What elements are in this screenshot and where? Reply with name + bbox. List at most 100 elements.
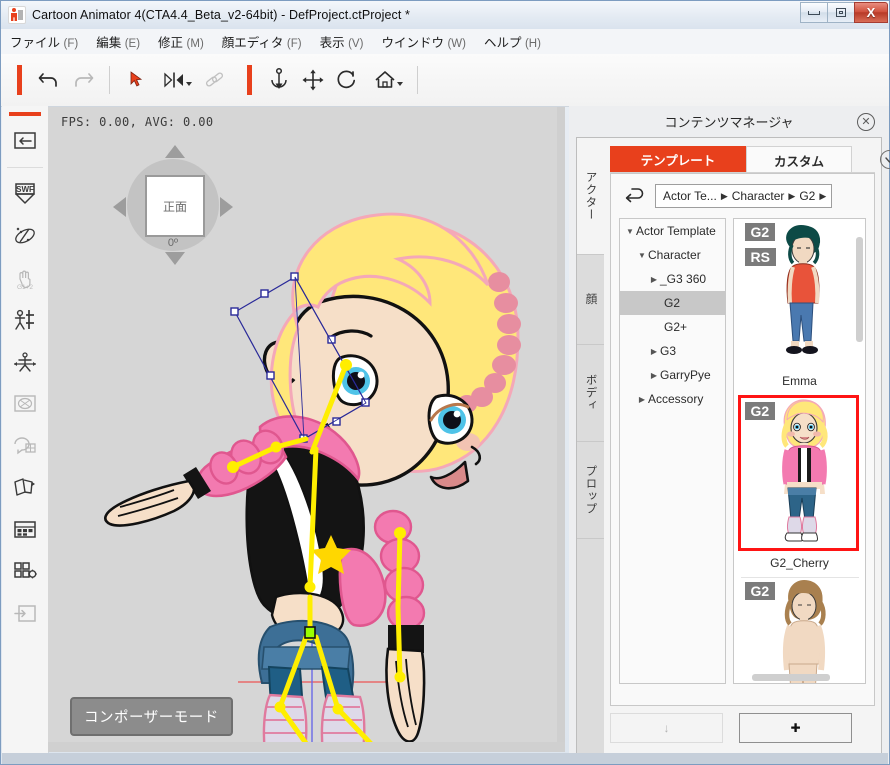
gallery-horizontal-scrollbar[interactable]: [752, 674, 830, 681]
rotate-button[interactable]: [330, 63, 364, 97]
menu-help[interactable]: ヘルプ (H): [475, 29, 550, 54]
tree-node-g2[interactable]: G2: [620, 291, 725, 315]
menu-file[interactable]: ファイル (F): [1, 29, 87, 54]
folder-tree[interactable]: ▼ Actor Template ▼ Character ▶ _G3 360 G…: [619, 218, 726, 684]
breadcrumb-segment-root[interactable]: Actor Te...: [660, 189, 720, 203]
g2-cherry-thumbnail[interactable]: G2: [737, 395, 859, 551]
tree-node-character[interactable]: ▼ Character: [620, 243, 725, 267]
export-to-button[interactable]: [2, 593, 48, 635]
gallery-item-g2-cherry-label: G2_Cherry: [770, 556, 829, 570]
side-tab-body-label: ボディ: [584, 374, 597, 412]
menu-view[interactable]: 表示 (V): [311, 29, 373, 54]
minimize-button[interactable]: [800, 2, 828, 23]
menu-edit[interactable]: 編集 (E): [87, 29, 149, 54]
tab-custom[interactable]: カスタム: [746, 146, 852, 173]
twisty-open-icon[interactable]: ▼: [636, 251, 648, 260]
menu-face-editor[interactable]: 顔エディタ (F): [213, 29, 311, 54]
twisty-closed-icon[interactable]: ▶: [648, 347, 660, 356]
compass-up-arrow[interactable]: [165, 145, 185, 158]
transform-anchor-button[interactable]: [262, 63, 296, 97]
close-button[interactable]: X: [854, 2, 888, 23]
menu-modify[interactable]: 修正 (M): [149, 29, 213, 54]
maximize-button[interactable]: [827, 2, 855, 23]
twisty-closed-icon[interactable]: ▶: [636, 395, 648, 404]
timeline-button[interactable]: [2, 509, 48, 551]
actor-puppet-button[interactable]: [2, 299, 48, 341]
home-icon: [375, 71, 395, 88]
compass-face-label[interactable]: 正面: [145, 175, 205, 237]
back-button[interactable]: [617, 181, 655, 211]
maximize-icon: [836, 8, 846, 17]
tree-node-g3-360[interactable]: ▶ _G3 360: [620, 267, 725, 291]
breadcrumb-segment-character[interactable]: Character: [729, 189, 788, 203]
sprite-editor-button[interactable]: [2, 383, 48, 425]
compass-down-arrow[interactable]: [165, 252, 185, 265]
speech-bubble-button[interactable]: [2, 425, 48, 467]
redo-button[interactable]: [66, 63, 100, 97]
tree-node-garrypye[interactable]: ▶ GarryPye: [620, 363, 725, 387]
chevron-down-icon[interactable]: [880, 150, 890, 169]
tree-node-accessory[interactable]: ▶ Accessory: [620, 387, 725, 411]
home-button[interactable]: [364, 63, 408, 97]
menu-view-mnemonic: (V): [348, 38, 364, 50]
mirror-flip-dropdown-caret[interactable]: [186, 82, 192, 86]
twisty-open-icon[interactable]: ▼: [624, 227, 636, 236]
twisty-closed-icon[interactable]: ▶: [648, 275, 660, 284]
gallery-tag-g2: G2: [744, 223, 776, 242]
gallery-item-emma[interactable]: G2 RS Emma: [740, 219, 859, 396]
breadcrumb-segment-g2[interactable]: G2: [796, 189, 818, 203]
g2-base-thumbnail[interactable]: G2: [740, 578, 859, 683]
g1plus2-motion-button[interactable]: G1+2: [2, 257, 48, 299]
menu-file-label: ファイル: [10, 36, 61, 50]
scene-effect-button[interactable]: [2, 215, 48, 257]
menu-window[interactable]: ウインドウ (W): [372, 29, 475, 54]
gallery-item-g2-cherry[interactable]: G2 G2_Cherry: [737, 395, 859, 578]
side-tab-body[interactable]: ボディ: [577, 345, 604, 442]
compass-right-arrow[interactable]: [220, 197, 233, 217]
gallery-item-g2-base[interactable]: G2: [740, 578, 859, 683]
svg-text:G1+2: G1+2: [17, 284, 33, 291]
content-library-button[interactable]: [2, 551, 48, 593]
side-tab-prop[interactable]: プロップ: [577, 442, 604, 539]
add-button[interactable]: ✚: [739, 713, 852, 743]
viewport-vertical-scrollbar[interactable]: [557, 107, 565, 752]
redo-icon: [75, 73, 94, 87]
content-manager-close-icon[interactable]: ✕: [857, 113, 875, 131]
gallery-vertical-scrollbar[interactable]: [856, 237, 863, 342]
home-dropdown-caret[interactable]: [397, 82, 403, 86]
tab-template[interactable]: テンプレート: [610, 146, 746, 173]
side-tab-actor[interactable]: アクター: [577, 138, 604, 255]
select-arrow-button[interactable]: [119, 63, 153, 97]
layer-order-button[interactable]: [2, 467, 48, 509]
content-library-icon: [14, 562, 37, 579]
motion-key-editor-button[interactable]: [2, 341, 48, 383]
content-manager-title: コンテンツマネージャ: [664, 114, 794, 130]
move-button[interactable]: [296, 63, 330, 97]
template-gallery[interactable]: G2 RS Emma G2 G2_Cherry G2: [733, 218, 866, 684]
window-controls: X: [800, 2, 888, 23]
stage-viewport[interactable]: FPS: 0.00, AVG: 0.00 正面 0º コンポーザーモード: [48, 107, 565, 752]
scene-effect-icon: [15, 227, 35, 244]
gallery-tag-g2: G2: [744, 582, 776, 601]
toolbar-accent-bar-2: [247, 65, 252, 95]
compass-left-arrow[interactable]: [113, 197, 126, 217]
download-button[interactable]: ↓: [610, 713, 723, 743]
swf-export-button[interactable]: SWF: [2, 173, 48, 215]
tree-node-g2plus[interactable]: G2+: [620, 315, 725, 339]
tree-node-actor-template[interactable]: ▼ Actor Template: [620, 219, 725, 243]
tree-node-g3[interactable]: ▶ G3: [620, 339, 725, 363]
render-output-button[interactable]: [2, 120, 48, 162]
side-tab-face[interactable]: 顔: [577, 255, 604, 345]
emma-thumbnail[interactable]: G2 RS: [740, 219, 859, 369]
undo-button[interactable]: [32, 63, 66, 97]
link-icon: [205, 72, 224, 87]
side-tab-face-label: 顔: [584, 293, 597, 306]
twisty-closed-icon[interactable]: ▶: [648, 371, 660, 380]
minimize-icon: [808, 10, 820, 15]
breadcrumb-separator-1: ▶: [720, 190, 728, 201]
link-button[interactable]: [197, 63, 231, 97]
breadcrumb[interactable]: Actor Te... ▶ Character ▶ G2 ▶: [655, 184, 833, 208]
mirror-flip-button[interactable]: [153, 63, 197, 97]
viewport-horizontal-scrollbar[interactable]: [48, 742, 565, 752]
view-compass[interactable]: 正面 0º: [113, 145, 233, 265]
